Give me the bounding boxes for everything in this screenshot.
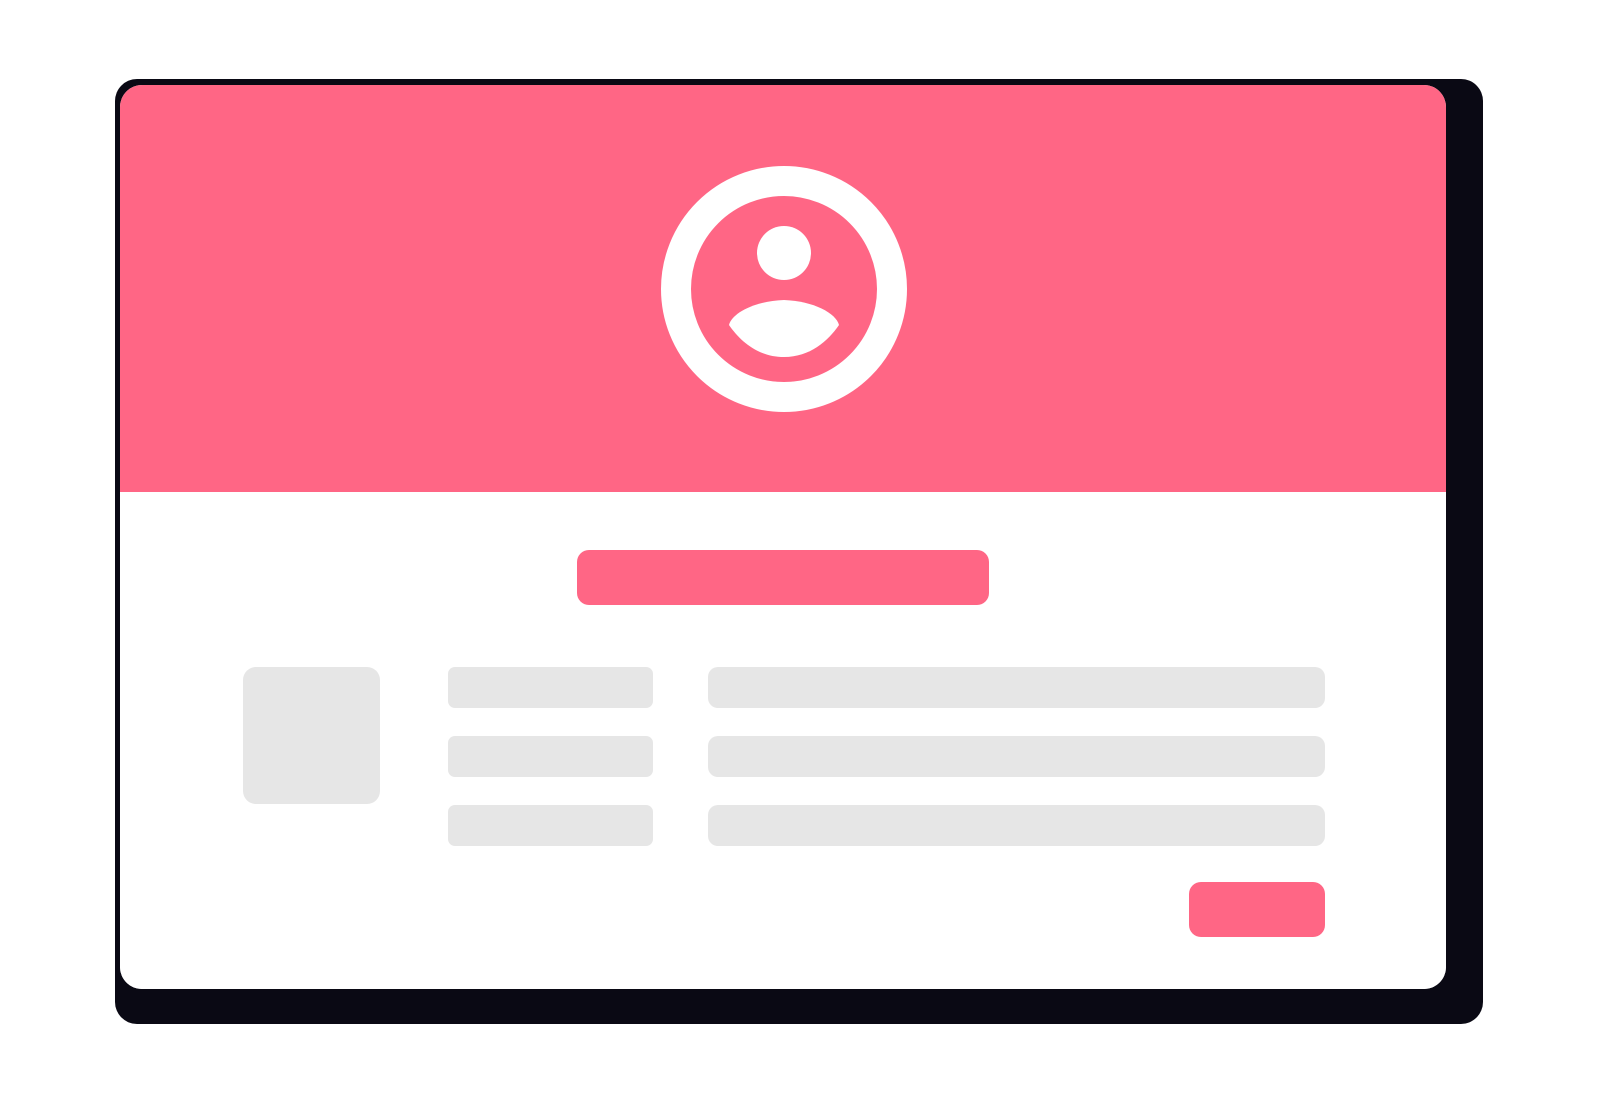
field-value-1 <box>708 667 1325 708</box>
profile-header <box>120 85 1446 492</box>
profile-card <box>120 85 1446 989</box>
profile-name-placeholder <box>577 550 989 605</box>
field-value-3 <box>708 805 1325 846</box>
profile-body <box>120 492 1446 989</box>
profile-illustration <box>0 0 1598 1104</box>
field-label-3 <box>448 805 653 846</box>
field-label-2 <box>448 736 653 777</box>
primary-action-button[interactable] <box>1189 882 1325 937</box>
field-label-1 <box>448 667 653 708</box>
field-value-2 <box>708 736 1325 777</box>
user-circle-icon <box>660 165 908 413</box>
photo-placeholder <box>243 667 380 804</box>
